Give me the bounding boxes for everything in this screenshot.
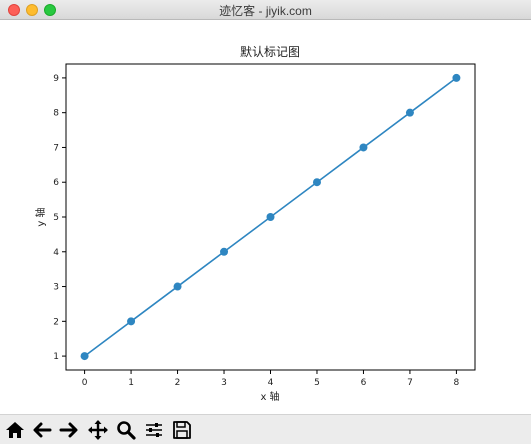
data-point xyxy=(405,108,414,117)
x-tick-label: 2 xyxy=(175,378,181,388)
back-arrow-icon xyxy=(33,422,52,438)
data-point xyxy=(127,317,136,326)
data-point xyxy=(312,178,321,187)
x-tick-label: 6 xyxy=(361,378,367,388)
y-tick-label: 1 xyxy=(53,352,59,362)
x-tick-label: 3 xyxy=(221,378,227,388)
y-tick-label: 8 xyxy=(53,109,59,119)
data-point xyxy=(80,352,89,361)
chart-title: 默认标记图 xyxy=(240,44,300,59)
data-point xyxy=(220,247,229,256)
data-point xyxy=(173,282,182,291)
x-axis-label: x 轴 xyxy=(260,390,279,403)
y-tick-label: 5 xyxy=(53,213,59,223)
y-axis-label: y 轴 xyxy=(34,207,47,226)
x-tick-label: 7 xyxy=(407,378,413,388)
save-button[interactable] xyxy=(170,418,194,442)
y-tick-label: 4 xyxy=(53,248,59,258)
x-tick-label: 5 xyxy=(314,378,320,388)
x-tick-label: 4 xyxy=(268,378,274,388)
pan-button[interactable] xyxy=(86,418,110,442)
data-point xyxy=(266,213,275,221)
y-tick-label: 6 xyxy=(53,178,59,188)
line-chart: 默认标记图 x 轴 y 轴 0 1 2 3 4 5 6 7 8 1 2 3 4 5 6 7 8 9 xyxy=(34,44,476,403)
forward-arrow-icon xyxy=(59,422,78,438)
y-tick-label: 2 xyxy=(53,317,59,327)
save-icon xyxy=(173,421,191,439)
y-tick-label: 3 xyxy=(53,283,59,293)
forward-button[interactable] xyxy=(57,418,81,442)
x-tick-label: 0 xyxy=(82,378,88,388)
configure-subplots-button[interactable] xyxy=(142,418,166,442)
home-button[interactable] xyxy=(3,418,27,442)
home-icon xyxy=(6,422,24,438)
data-point xyxy=(452,73,461,82)
y-tick-label: 7 xyxy=(53,143,59,153)
data-point xyxy=(359,143,368,152)
y-tick-label: 9 xyxy=(53,74,59,84)
x-tick-label: 1 xyxy=(128,378,134,388)
window-titlebar: 迹忆客 - jiyik.com xyxy=(0,0,531,20)
navigation-toolbar xyxy=(0,414,531,444)
back-button[interactable] xyxy=(30,418,54,442)
window-title: 迹忆客 - jiyik.com xyxy=(219,4,312,18)
configure-subplots-icon xyxy=(146,423,162,437)
zoom-icon xyxy=(117,421,136,440)
pan-icon xyxy=(88,420,108,440)
x-tick-label: 8 xyxy=(454,378,460,388)
zoom-button[interactable] xyxy=(114,418,138,442)
